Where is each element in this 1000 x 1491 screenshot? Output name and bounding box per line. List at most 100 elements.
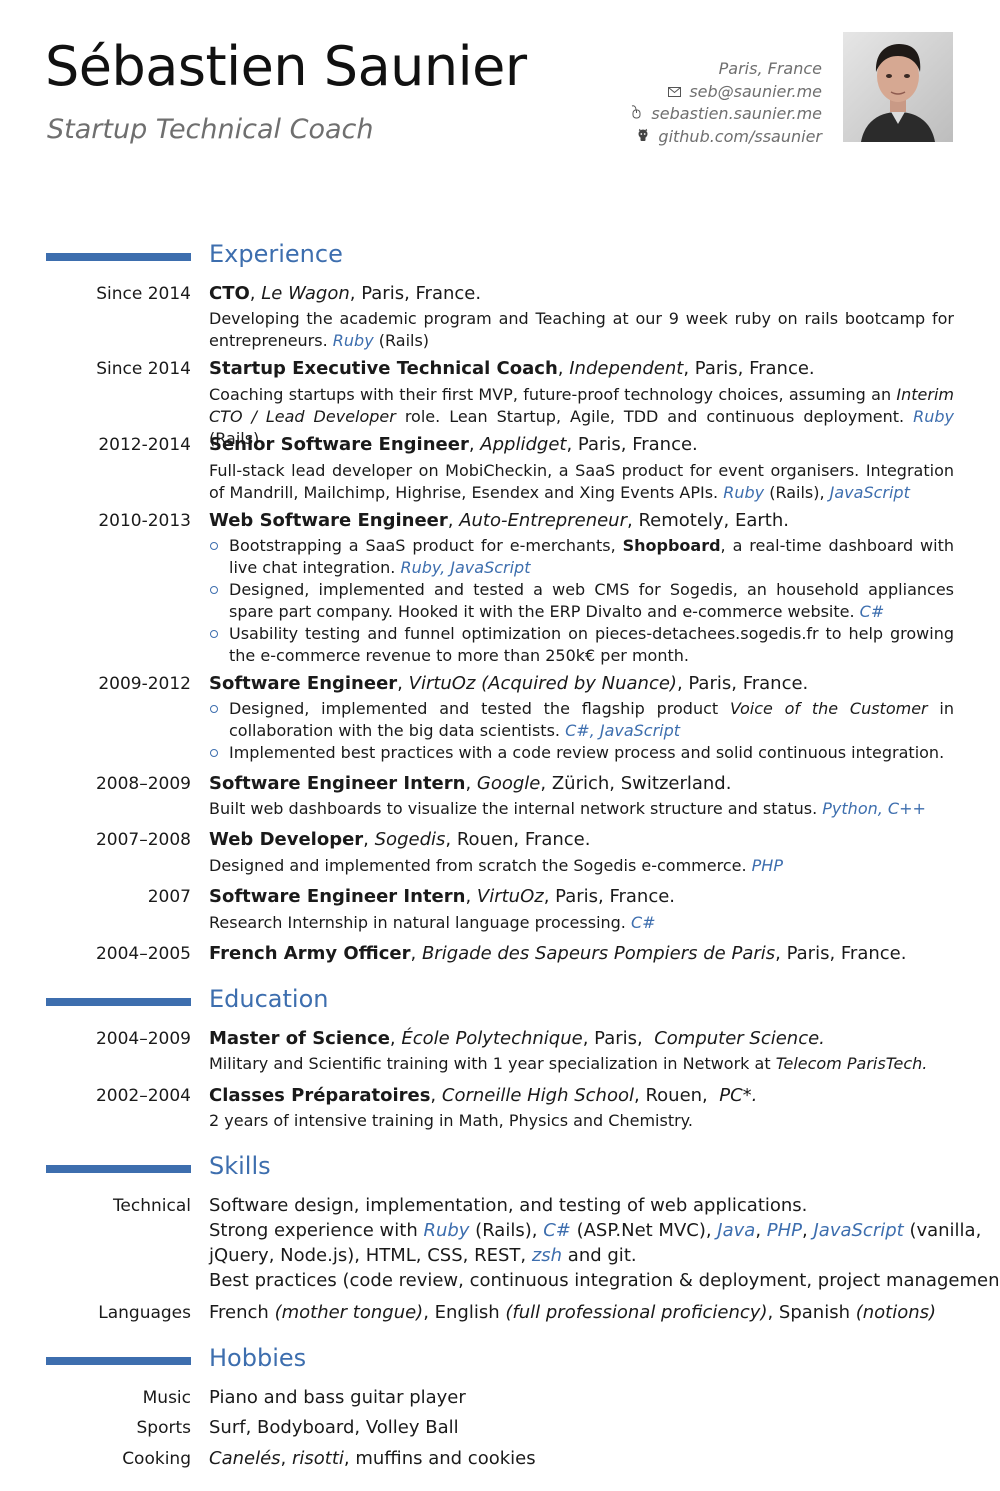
entry-company: Brigade des Sapeurs Pompiers de Paris <box>421 943 776 964</box>
entry-date: 2002–2004 <box>95 1086 191 1106</box>
entry-description-text: Built web dashboards to visualize the in… <box>209 799 818 818</box>
entry-degree: Classes Préparatoires <box>209 1085 431 1106</box>
entry-description-text: Research Internship in natural language … <box>209 913 626 932</box>
tech-keyword: Ruby <box>332 331 374 350</box>
skill-label-languages: Languages <box>98 1303 191 1323</box>
hobby-value-text: , <box>280 1448 292 1469</box>
hobby-value: Surf, Bodyboard, Volley Ball <box>209 1417 459 1438</box>
entry-role: Startup Executive Technical Coach <box>209 358 558 379</box>
entry-location: Paris, France. <box>555 886 676 907</box>
entry-role: Web Software Engineer <box>209 510 448 531</box>
language-level: (full professional proficiency) <box>505 1302 768 1323</box>
skills-section-bar <box>46 1165 191 1173</box>
education-section-title: Education <box>209 985 329 1013</box>
entry-date: 2004–2005 <box>95 944 191 964</box>
entry-description-text: Developing the academic program and Teac… <box>209 309 954 350</box>
entry-field: PC*. <box>719 1085 758 1106</box>
list-item-text: Designed, implemented and tested a web C… <box>229 580 954 621</box>
tech-keyword: Ruby <box>723 483 765 502</box>
list-item-emphasis: Voice of the Customer <box>729 699 928 718</box>
entry-date: Since 2014 <box>96 284 191 304</box>
person-name: Sébastien Saunier <box>45 35 527 98</box>
skill-languages-content: French (mother tongue), English (full pr… <box>209 1302 936 1323</box>
envelope-icon <box>666 81 682 104</box>
entry-date: 2012-2014 <box>98 435 191 455</box>
hobby-label: Music <box>142 1388 191 1408</box>
email-link[interactable]: seb@saunier.me <box>689 82 822 101</box>
entry-location: Remotely, Earth. <box>638 510 789 531</box>
entry-company: Auto-Entrepreneur <box>459 510 627 531</box>
profile-photo <box>843 32 953 142</box>
location: Paris, France <box>718 59 822 78</box>
entry-description-text: Coaching startups with their first MVP, … <box>209 385 897 404</box>
tech-keyword: Ruby <box>913 407 955 426</box>
entry-company: Sogedis <box>374 829 446 850</box>
entry-date: 2004–2009 <box>95 1029 191 1049</box>
list-item-text: Designed, implemented and tested the fla… <box>229 699 730 718</box>
email-row[interactable]: seb@saunier.me <box>628 81 822 104</box>
tech-keyword: Python, C++ <box>822 799 926 818</box>
skill-text: Strong experience with <box>209 1220 424 1241</box>
entry-bullet-list: Bootstrapping a SaaS product for e-merch… <box>209 535 954 667</box>
entry-degree: Master of Science <box>209 1028 390 1049</box>
list-item: Designed, implemented and tested the fla… <box>209 698 954 742</box>
entry-description: Designed and implemented from scratch th… <box>209 855 954 877</box>
list-item-text: Bootstrapping a SaaS product for e-merch… <box>229 536 623 555</box>
entry-date: Since 2014 <box>96 359 191 379</box>
hobby-label: Cooking <box>122 1449 191 1469</box>
list-item: Bootstrapping a SaaS product for e-merch… <box>209 535 954 579</box>
entry-location: Rouen, France. <box>456 829 591 850</box>
tech-keyword: C# <box>630 913 656 932</box>
entry-description-text: 2 years of intensive training in Math, P… <box>209 1111 693 1130</box>
skill-text: jQuery, Node.js), HTML, CSS, REST, <box>209 1245 532 1266</box>
entry-role: CTO <box>209 283 250 304</box>
hobbies-section-title: Hobbies <box>209 1344 307 1372</box>
entry-heading: Web Developer, Sogedis, Rouen, France. <box>209 829 591 850</box>
entry-location: Zürich, Switzerland. <box>551 773 732 794</box>
language-text: , English <box>423 1302 506 1323</box>
entry-heading: Web Software Engineer, Auto-Entrepreneur… <box>209 510 789 531</box>
entry-role: French Army Officer <box>209 943 411 964</box>
entry-company: VirtuOz (Acquired by Nuance) <box>408 673 677 694</box>
mouse-icon <box>628 103 644 126</box>
skills-section-title: Skills <box>209 1152 271 1180</box>
hobby-value-text: , muffins and cookies <box>343 1448 536 1469</box>
hobby-value: Canelés, risotti, muffins and cookies <box>209 1448 536 1469</box>
skill-text: (vanilla, <box>903 1220 982 1241</box>
github-row[interactable]: github.com/ssaunier <box>628 126 822 149</box>
entry-field: Computer Science. <box>654 1028 825 1049</box>
entry-heading: Master of Science, École Polytechnique, … <box>209 1028 825 1049</box>
entry-date: 2007 <box>147 887 191 907</box>
skill-technical-content: Software design, implementation, and tes… <box>209 1193 1000 1293</box>
skill-text: , <box>755 1220 767 1241</box>
hobby-value: Piano and bass guitar player <box>209 1387 466 1408</box>
entry-date: 2010-2013 <box>98 511 191 531</box>
skill-text: , <box>802 1220 814 1241</box>
skill-line: Best practices (code review, continuous … <box>209 1270 1000 1291</box>
website-row[interactable]: sebastien.saunier.me <box>628 103 822 126</box>
github-link[interactable]: github.com/ssaunier <box>658 127 822 146</box>
list-item-text: Usability testing and funnel optimizatio… <box>229 624 954 665</box>
language-level: (mother tongue) <box>274 1302 424 1323</box>
website-link[interactable]: sebastien.saunier.me <box>651 104 822 123</box>
list-item-emphasis: Shopboard <box>622 536 721 555</box>
entry-bullet-list: Designed, implemented and tested the fla… <box>209 698 954 764</box>
entry-company: Le Wagon <box>261 283 350 304</box>
list-item: Implemented best practices with a code r… <box>209 742 954 764</box>
list-item-text: Implemented best practices with a code r… <box>229 743 945 762</box>
language-level: (notions) <box>855 1302 937 1323</box>
entry-description: Developing the academic program and Teac… <box>209 308 954 352</box>
entry-location: Paris, France. <box>361 283 482 304</box>
entry-location: Paris, France. <box>786 943 907 964</box>
list-item: Designed, implemented and tested a web C… <box>209 579 954 623</box>
entry-description-emphasis: Telecom ParisTech. <box>775 1054 928 1073</box>
tech-note: (Rails) <box>373 331 430 350</box>
tech-keyword: Ruby <box>423 1220 470 1241</box>
skill-label-technical: Technical <box>112 1196 191 1216</box>
skill-text: and git. <box>562 1245 637 1266</box>
entry-role: Software Engineer Intern <box>209 886 466 907</box>
tech-keyword: Ruby, JavaScript <box>400 558 531 577</box>
entry-company: Google <box>476 773 541 794</box>
skill-text: (Rails), <box>469 1220 544 1241</box>
entry-role: Web Developer <box>209 829 364 850</box>
